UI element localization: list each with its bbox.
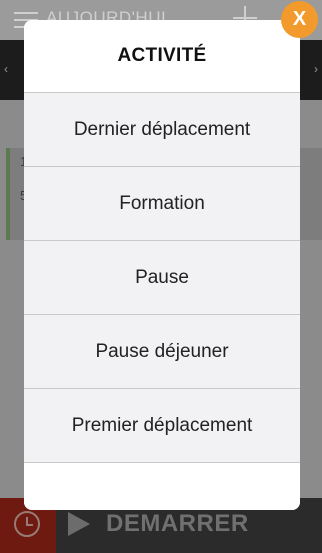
option-pause[interactable]: Pause xyxy=(24,241,300,315)
option-formation[interactable]: Formation xyxy=(24,167,300,241)
modal-header: ACTIVITÉ xyxy=(24,20,300,93)
previous-day-icon[interactable]: ‹ xyxy=(4,62,8,76)
option-pause-dejeuner[interactable]: Pause déjeuner xyxy=(24,315,300,389)
option-dernier-deplacement[interactable]: Dernier déplacement xyxy=(24,93,300,167)
activity-modal: ACTIVITÉ Dernier déplacement Formation P… xyxy=(24,20,300,510)
start-button[interactable]: DEMARRER xyxy=(106,510,249,538)
close-button[interactable]: X xyxy=(281,1,318,38)
option-premier-deplacement[interactable]: Premier déplacement xyxy=(24,389,300,463)
play-icon[interactable] xyxy=(68,512,90,536)
next-day-icon[interactable]: › xyxy=(314,62,318,76)
clock-icon xyxy=(14,511,40,537)
modal-footer xyxy=(24,463,300,510)
modal-title: ACTIVITÉ xyxy=(117,45,207,66)
